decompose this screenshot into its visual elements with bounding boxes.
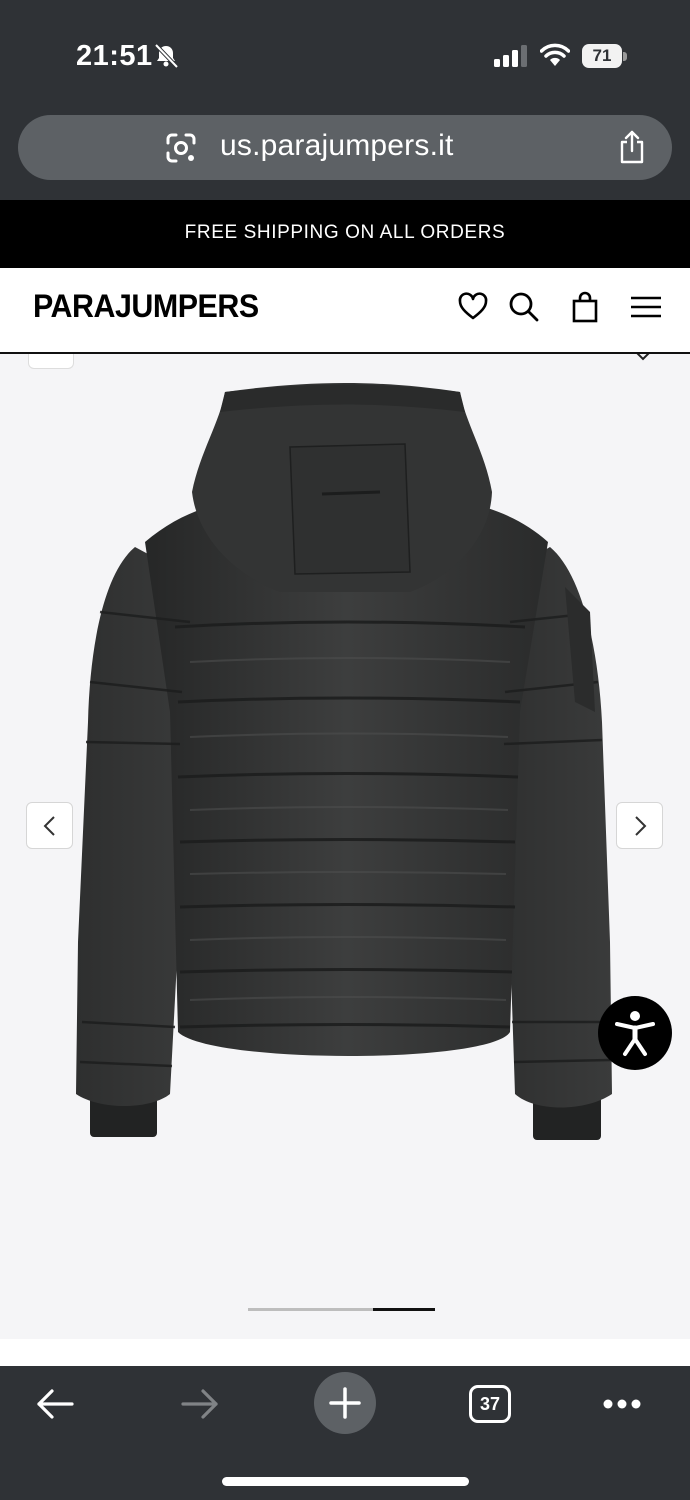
chevron-left-icon bbox=[43, 816, 55, 836]
promo-banner[interactable]: FREE SHIPPING ON ALL ORDERS bbox=[0, 200, 690, 268]
battery-percent: 71 bbox=[592, 46, 612, 65]
next-image-button[interactable] bbox=[616, 802, 663, 849]
search-icon[interactable] bbox=[507, 290, 541, 324]
wifi-icon bbox=[540, 43, 570, 66]
accessibility-button[interactable] bbox=[598, 996, 672, 1070]
product-image bbox=[76, 383, 612, 1140]
status-bar: 21:51 71 bbox=[0, 0, 690, 105]
zoom-button[interactable] bbox=[28, 354, 74, 369]
battery-indicator: 71 bbox=[582, 44, 628, 68]
site-header: PARAJUMPERS bbox=[0, 268, 690, 354]
plus-icon bbox=[329, 1387, 361, 1419]
chevron-right-icon bbox=[635, 816, 647, 836]
cellular-signal-icon bbox=[494, 45, 527, 67]
previous-image-button[interactable] bbox=[26, 802, 73, 849]
gallery-progress-bar bbox=[248, 1308, 435, 1311]
chevron-down-icon[interactable] bbox=[634, 354, 652, 362]
home-indicator[interactable] bbox=[222, 1477, 469, 1486]
browser-address-bar: us.parajumpers.it bbox=[0, 105, 690, 200]
product-image-gallery[interactable] bbox=[0, 354, 690, 1339]
url-field[interactable]: us.parajumpers.it bbox=[18, 115, 672, 180]
tab-switcher-button[interactable]: 37 bbox=[469, 1385, 511, 1423]
new-tab-button[interactable] bbox=[314, 1372, 376, 1434]
content-strip bbox=[0, 1339, 690, 1366]
forward-arrow-icon[interactable] bbox=[180, 1384, 220, 1424]
gallery-progress-fill bbox=[373, 1308, 435, 1311]
status-time: 21:51 bbox=[76, 40, 153, 72]
bell-muted-icon bbox=[154, 43, 179, 69]
back-arrow-icon[interactable] bbox=[35, 1384, 75, 1424]
more-options-icon[interactable] bbox=[602, 1396, 642, 1412]
accessibility-icon bbox=[615, 1011, 655, 1056]
wishlist-heart-icon[interactable] bbox=[456, 290, 490, 324]
brand-logo[interactable]: PARAJUMPERS bbox=[33, 288, 259, 325]
url-text: us.parajumpers.it bbox=[220, 129, 454, 162]
share-icon[interactable] bbox=[616, 129, 648, 165]
google-lens-icon[interactable] bbox=[164, 131, 198, 165]
shopping-bag-icon[interactable] bbox=[568, 290, 602, 324]
menu-hamburger-icon[interactable] bbox=[629, 290, 663, 324]
